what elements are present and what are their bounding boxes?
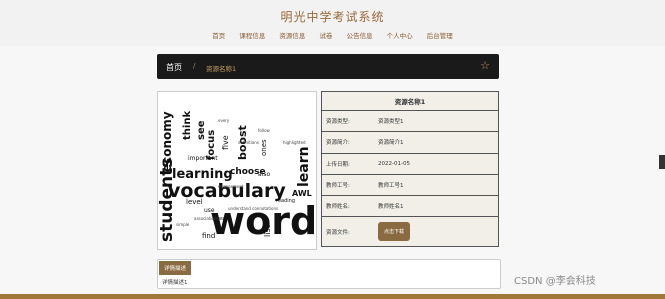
row-label: 资源文件: bbox=[321, 216, 374, 247]
star-icon[interactable]: ☆ bbox=[480, 59, 490, 72]
row-label: 资源简介: bbox=[321, 131, 374, 154]
site-header: 明光中学考试系统 首页 课程信息 资源信息 试卷 公告信息 个人中心 后台管理 bbox=[0, 0, 665, 46]
side-scroll-handle[interactable] bbox=[659, 155, 665, 169]
wordcloud-word: also bbox=[258, 171, 270, 178]
resource-image: word vocabulary students learning econom… bbox=[157, 91, 317, 250]
row-value: 2022-01-05 bbox=[374, 153, 499, 175]
svg-text:understand connotations: understand connotations bbox=[228, 206, 278, 211]
row-label: 资源类型: bbox=[321, 110, 374, 133]
svg-text:every: every bbox=[218, 118, 230, 123]
wordcloud-word: five bbox=[221, 135, 230, 150]
footer-bar bbox=[0, 294, 665, 299]
wordcloud-image: word vocabulary students learning econom… bbox=[158, 92, 316, 249]
wordcloud-word: level bbox=[186, 198, 203, 206]
main-nav: 首页 课程信息 资源信息 试卷 公告信息 个人中心 后台管理 bbox=[0, 30, 665, 40]
breadcrumb-home[interactable]: 首页 bbox=[166, 62, 182, 73]
nav-item-resources[interactable]: 资源信息 bbox=[279, 30, 305, 40]
download-button[interactable]: 点击下载 bbox=[378, 222, 411, 242]
wordcloud-word: use bbox=[204, 207, 215, 214]
wordcloud-word: learning bbox=[172, 167, 233, 182]
row-value: 资源简介1 bbox=[374, 131, 499, 154]
resource-info-table: 资源名称1 资源类型: 资源类型1 资源简介: 资源简介1 上传日期: 2022-01… bbox=[321, 91, 499, 247]
wordcloud-word: reading bbox=[276, 198, 295, 204]
resource-title: 资源名称1 bbox=[321, 91, 499, 112]
svg-text:associations: associations bbox=[194, 216, 219, 221]
nav-item-exams[interactable]: 试卷 bbox=[320, 30, 333, 40]
row-value: 教师工号1 bbox=[374, 174, 499, 196]
row-value: 资源类型1 bbox=[374, 110, 499, 133]
row-label: 教师姓名: bbox=[321, 195, 374, 218]
svg-text:follow: follow bbox=[258, 128, 271, 133]
detail-text: 详情描述1 bbox=[162, 280, 188, 286]
svg-text:engagement: engagement bbox=[218, 184, 244, 189]
row-label: 上传日期: bbox=[321, 153, 374, 175]
wordcloud-word: think bbox=[182, 111, 193, 140]
row-value: 教师姓名1 bbox=[374, 195, 499, 218]
nav-item-announcements[interactable]: 公告信息 bbox=[347, 30, 373, 40]
nav-item-admin[interactable]: 后台管理 bbox=[427, 30, 453, 40]
nav-item-home[interactable]: 首页 bbox=[212, 30, 225, 40]
wordcloud-word: find bbox=[202, 232, 215, 240]
breadcrumb: 首页 / 资源名称1 ☆ bbox=[157, 54, 499, 79]
nav-item-profile[interactable]: 个人中心 bbox=[387, 30, 413, 40]
detail-panel: 详情描述 详情描述1 bbox=[157, 259, 501, 289]
wordcloud-word: economy bbox=[160, 111, 174, 172]
wordcloud-word: important bbox=[188, 155, 218, 162]
svg-text:highlighted: highlighted bbox=[283, 140, 306, 145]
detail-tab[interactable]: 详情描述 bbox=[159, 261, 192, 275]
row-label: 教师工号: bbox=[321, 174, 374, 196]
watermark: CSDN @李会科技 bbox=[514, 276, 596, 287]
wordcloud-word: list bbox=[263, 225, 272, 237]
svg-text:definitions: definitions bbox=[238, 140, 259, 145]
wordcloud-word: learn bbox=[296, 146, 312, 187]
wordcloud-word: ones bbox=[260, 139, 268, 156]
wordcloud-word: AWL bbox=[292, 189, 312, 198]
breadcrumb-current: 资源名称1 bbox=[206, 65, 237, 73]
wordcloud-word: way bbox=[218, 216, 228, 222]
breadcrumb-separator: / bbox=[193, 62, 196, 70]
nav-item-courses[interactable]: 课程信息 bbox=[239, 30, 265, 40]
wordcloud-word: see bbox=[196, 120, 207, 140]
svg-text:simple: simple bbox=[176, 222, 190, 227]
site-title: 明光中学考试系统 bbox=[280, 10, 385, 24]
